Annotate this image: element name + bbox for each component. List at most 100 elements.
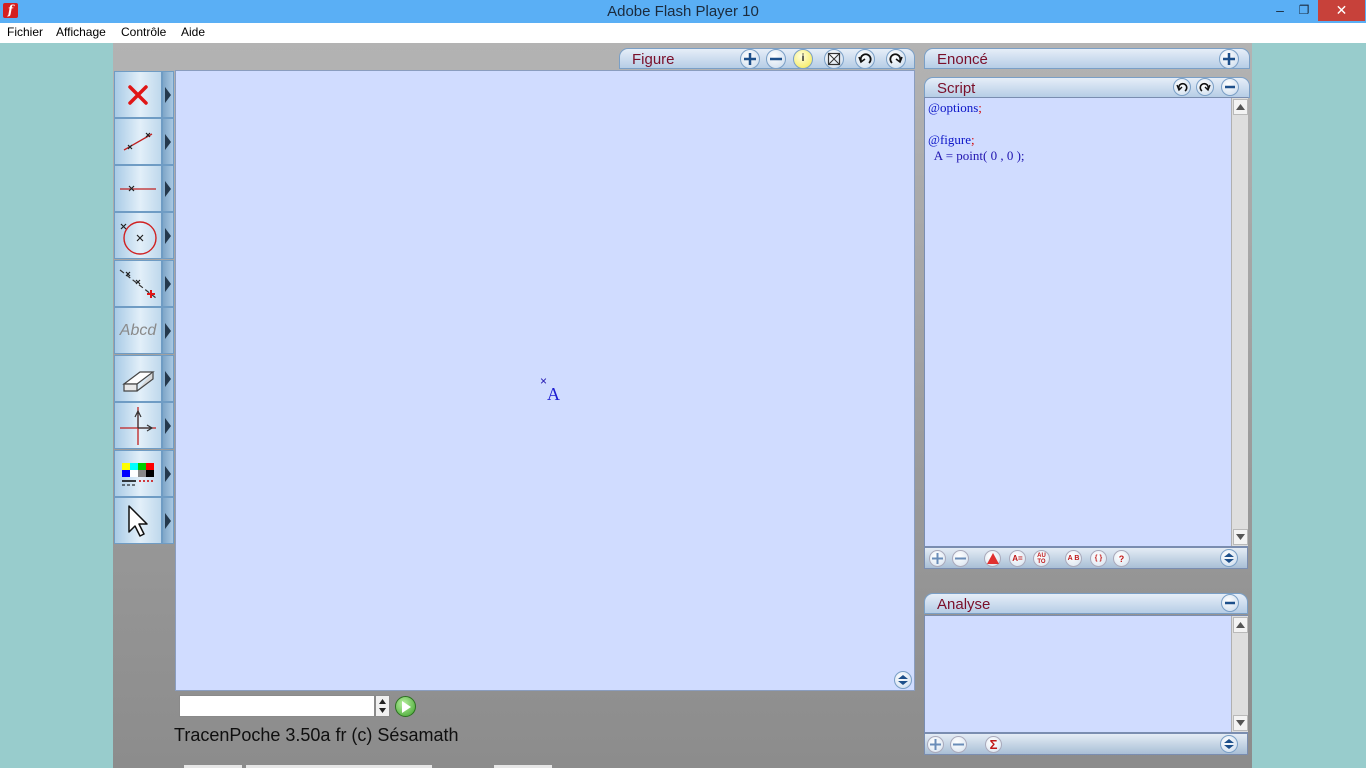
analyse-resize-button[interactable] bbox=[1220, 735, 1238, 753]
text-tool-expand[interactable] bbox=[162, 307, 174, 354]
info-button[interactable]: i bbox=[793, 49, 813, 69]
axes-tool-button[interactable] bbox=[114, 402, 162, 449]
zoom-out-button[interactable] bbox=[766, 49, 786, 69]
point-a-label: A bbox=[547, 384, 560, 404]
minimize-button[interactable]: – bbox=[1268, 0, 1292, 21]
undo-icon bbox=[1176, 82, 1188, 92]
plus-icon bbox=[932, 553, 943, 564]
axes-icon bbox=[120, 406, 156, 445]
line-tool-expand[interactable] bbox=[162, 165, 174, 212]
triangle-icon bbox=[986, 553, 999, 564]
pointer-tool-button[interactable] bbox=[114, 497, 162, 544]
figure-resize-button[interactable] bbox=[894, 671, 912, 689]
scroll-up-button[interactable] bbox=[1233, 99, 1248, 115]
maximize-button[interactable]: ❐ bbox=[1292, 0, 1316, 21]
auto-button[interactable]: AU TO bbox=[1033, 550, 1050, 567]
text-tool-button[interactable]: Abcd bbox=[114, 307, 162, 354]
eraser-icon bbox=[122, 370, 155, 392]
scroll-down-button[interactable] bbox=[1233, 715, 1248, 731]
menu-aide[interactable]: Aide bbox=[181, 25, 205, 39]
analyse-editor[interactable] bbox=[924, 615, 1248, 733]
undo-button[interactable] bbox=[855, 49, 875, 69]
arrow-up-icon bbox=[1236, 104, 1245, 110]
fit-view-icon bbox=[827, 52, 841, 66]
menu-fichier[interactable]: Fichier bbox=[7, 25, 43, 39]
script-resize-button[interactable] bbox=[1220, 549, 1238, 567]
fit-view-button[interactable] bbox=[824, 49, 844, 69]
circle-tool-button[interactable] bbox=[114, 212, 162, 259]
enonce-panel-header: Enoncé bbox=[924, 48, 1250, 69]
eraser-tool-expand[interactable] bbox=[162, 355, 174, 402]
braces-icon: { } bbox=[1094, 555, 1103, 562]
script-redo-button[interactable] bbox=[1196, 78, 1214, 96]
ab-button[interactable]: A B bbox=[1065, 550, 1082, 567]
a-equals-icon: A= bbox=[1012, 554, 1023, 563]
script-bottom-bar: A= AU TO A B { } ? bbox=[924, 547, 1248, 569]
ab-icon: A B bbox=[1067, 555, 1080, 562]
menu-controle[interactable]: Contrôle bbox=[121, 25, 166, 39]
plus-icon bbox=[1223, 53, 1235, 65]
triangle-button[interactable] bbox=[984, 550, 1001, 567]
options-keyword: @options bbox=[928, 100, 979, 115]
analyse-add-button[interactable] bbox=[927, 736, 944, 753]
redo-icon bbox=[889, 53, 903, 64]
minus-icon bbox=[1225, 601, 1235, 605]
script-collapse-button[interactable] bbox=[1221, 78, 1239, 96]
zoom-in-button[interactable] bbox=[740, 49, 760, 69]
close-button[interactable]: ✕ bbox=[1318, 0, 1365, 21]
minus-icon bbox=[770, 57, 782, 61]
script-add-button[interactable] bbox=[929, 550, 946, 567]
arrow-down-icon bbox=[1236, 534, 1245, 540]
scroll-up-button[interactable] bbox=[1233, 617, 1248, 633]
script-remove-button[interactable] bbox=[952, 550, 969, 567]
menu-affichage[interactable]: Affichage bbox=[56, 25, 106, 39]
delete-tool-expand[interactable] bbox=[162, 71, 174, 118]
style-tool-expand[interactable] bbox=[162, 450, 174, 497]
play-icon bbox=[401, 700, 411, 713]
segment-tool-button[interactable] bbox=[114, 118, 162, 165]
script-undo-button[interactable] bbox=[1173, 78, 1191, 96]
script-line-figure: @figure; bbox=[928, 132, 975, 148]
script-editor[interactable]: @options; @figure; A = point( 0 , 0 ); bbox=[924, 97, 1248, 547]
braces-button[interactable]: { } bbox=[1090, 550, 1107, 567]
pointer-tool-expand[interactable] bbox=[162, 497, 174, 544]
point-a-marker[interactable]: × bbox=[540, 374, 547, 388]
scroll-down-button[interactable] bbox=[1233, 529, 1248, 545]
help-icon: ? bbox=[1118, 553, 1125, 564]
info-icon: i bbox=[801, 53, 805, 64]
point-on-line-tool-button[interactable] bbox=[114, 260, 162, 307]
redo-button[interactable] bbox=[886, 49, 906, 69]
a-equals-button[interactable]: A= bbox=[1009, 550, 1026, 567]
expand-collapse-icon bbox=[898, 675, 908, 685]
sigma-button[interactable]: Σ bbox=[985, 736, 1002, 753]
axes-tool-expand[interactable] bbox=[162, 402, 174, 449]
script-scrollbar[interactable] bbox=[1231, 98, 1248, 546]
points-on-line-icon bbox=[119, 269, 157, 298]
title-bar: f Adobe Flash Player 10 – ❐ ✕ bbox=[0, 0, 1366, 23]
command-input[interactable] bbox=[179, 695, 375, 717]
circle-tool-expand[interactable] bbox=[162, 212, 174, 259]
analyse-remove-button[interactable] bbox=[950, 736, 967, 753]
analyse-collapse-button[interactable] bbox=[1221, 594, 1239, 612]
circle-icon bbox=[120, 220, 157, 255]
script-line-options: @options; bbox=[928, 100, 982, 116]
menu-bar: Fichier Affichage Contrôle Aide bbox=[0, 23, 1366, 43]
style-tool-button[interactable] bbox=[114, 450, 162, 497]
up-down-arrows-icon bbox=[379, 699, 386, 713]
command-stepper[interactable] bbox=[375, 695, 390, 717]
minus-icon bbox=[1225, 85, 1235, 89]
window-title: Adobe Flash Player 10 bbox=[607, 3, 759, 20]
segment-tool-expand[interactable] bbox=[162, 118, 174, 165]
eraser-tool-button[interactable] bbox=[114, 355, 162, 402]
plus-icon bbox=[930, 739, 941, 750]
line-tool-button[interactable] bbox=[114, 165, 162, 212]
delete-tool-button[interactable] bbox=[114, 71, 162, 118]
help-button[interactable]: ? bbox=[1113, 550, 1130, 567]
script-line-point-a: A = point( 0 , 0 ); bbox=[928, 148, 1025, 163]
figure-canvas[interactable]: × A bbox=[175, 70, 915, 691]
point-on-line-tool-expand[interactable] bbox=[162, 260, 174, 307]
enonce-expand-button[interactable] bbox=[1219, 49, 1239, 69]
analyse-scrollbar[interactable] bbox=[1231, 616, 1248, 732]
execute-button[interactable] bbox=[395, 696, 416, 717]
expand-collapse-icon bbox=[1224, 739, 1234, 749]
